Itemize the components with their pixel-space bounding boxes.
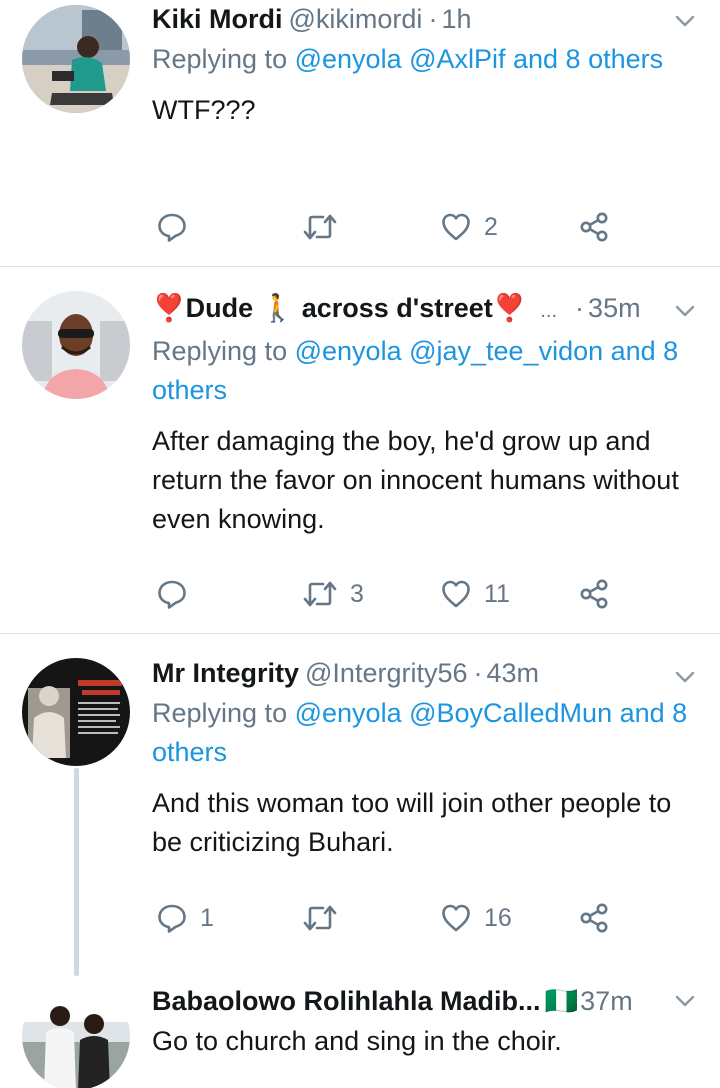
- reply-context: Replying to @enyola @AxlPif and 8 others: [152, 40, 692, 79]
- reply-context: Replying to @enyola @jay_tee_vidon and 8…: [152, 332, 692, 410]
- heart-icon: [442, 904, 470, 932]
- like-count: 16: [484, 903, 512, 932]
- reply-button[interactable]: 1: [156, 898, 214, 938]
- reply-icon: [158, 213, 186, 242]
- retweet-button[interactable]: [302, 207, 350, 247]
- thread-line: [74, 768, 79, 976]
- tweet-text: Go to church and sing in the choir.: [152, 1026, 562, 1056]
- tweet-text: WTF???: [152, 95, 256, 125]
- reply-icon: [158, 904, 186, 933]
- share-button[interactable]: [578, 574, 610, 614]
- user-handle[interactable]: @Intergrity56: [305, 656, 467, 690]
- avatar[interactable]: [22, 658, 130, 766]
- separator-dot: ·: [473, 658, 483, 688]
- reply-button[interactable]: [156, 574, 200, 614]
- timestamp[interactable]: 35m: [588, 291, 641, 325]
- reply-mentions[interactable]: @enyola @AxlPif and 8 others: [295, 44, 664, 74]
- like-count: 2: [484, 212, 498, 241]
- reply-prefix: Replying to: [152, 698, 288, 728]
- separator-dot: ·: [575, 293, 585, 323]
- reply-prefix: Replying to: [152, 336, 288, 366]
- reply-icon: [158, 580, 186, 609]
- retweet-icon: [303, 214, 337, 240]
- name-ellipsis: ...: [540, 300, 558, 322]
- share-button[interactable]: [578, 898, 610, 938]
- separator-dot: ·: [428, 4, 438, 34]
- display-name[interactable]: Kiki Mordi: [152, 2, 283, 36]
- tweet-1[interactable]: Kiki Mordi @kikimordi · 1h Replying to @…: [0, 0, 720, 266]
- reply-count: 1: [200, 903, 214, 932]
- avatar[interactable]: [22, 982, 130, 1088]
- retweet-button[interactable]: [302, 898, 350, 938]
- tweet-3[interactable]: Mr Integrity @Intergrity56 · 43m Replyin…: [0, 634, 720, 976]
- heart-icon: [442, 213, 470, 241]
- avatar[interactable]: [22, 5, 130, 113]
- like-button[interactable]: 16: [440, 898, 512, 938]
- retweet-icon: [303, 905, 337, 931]
- chevron-down-icon[interactable]: [672, 298, 698, 324]
- display-name[interactable]: Mr Integrity: [152, 656, 299, 690]
- retweet-button[interactable]: 3: [302, 574, 364, 614]
- chevron-down-icon[interactable]: [672, 8, 698, 34]
- reply-prefix: Replying to: [152, 44, 288, 74]
- share-icon: [580, 212, 608, 242]
- timestamp[interactable]: 43m: [487, 656, 540, 690]
- share-icon: [580, 903, 608, 933]
- tweet-text: After damaging the boy, he'd grow up and…: [152, 426, 679, 534]
- chevron-down-icon[interactable]: [672, 988, 698, 1014]
- flag-emoji: 🇳🇬: [544, 986, 579, 1016]
- display-name[interactable]: Babaolowo Rolihlahla Madib...: [152, 984, 541, 1018]
- tweet-text: And this woman too will join other peopl…: [152, 788, 672, 857]
- share-icon: [580, 579, 608, 609]
- share-button[interactable]: [578, 207, 610, 247]
- timestamp[interactable]: 1h: [441, 2, 471, 36]
- tweet-2[interactable]: ❣️Dude 🚶 across d'street❣️ ... · 35m Rep…: [0, 267, 720, 633]
- like-button[interactable]: 11: [440, 574, 510, 614]
- tweet-4[interactable]: Babaolowo Rolihlahla Madib... 🇳🇬 37m Go …: [0, 974, 720, 1088]
- retweet-icon: [303, 581, 337, 607]
- heart-icon: [442, 580, 470, 608]
- retweet-count: 3: [350, 579, 364, 608]
- like-button[interactable]: 2: [440, 207, 498, 247]
- like-count: 11: [484, 579, 510, 608]
- display-name[interactable]: ❣️Dude 🚶 across d'street❣️: [152, 291, 526, 325]
- timestamp[interactable]: 37m: [580, 984, 633, 1018]
- chevron-down-icon[interactable]: [672, 664, 698, 690]
- avatar[interactable]: [22, 291, 130, 399]
- user-handle[interactable]: @kikimordi: [289, 2, 423, 36]
- reply-context: Replying to @enyola @BoyCalledMun and 8 …: [152, 694, 692, 772]
- reply-button[interactable]: [156, 207, 200, 247]
